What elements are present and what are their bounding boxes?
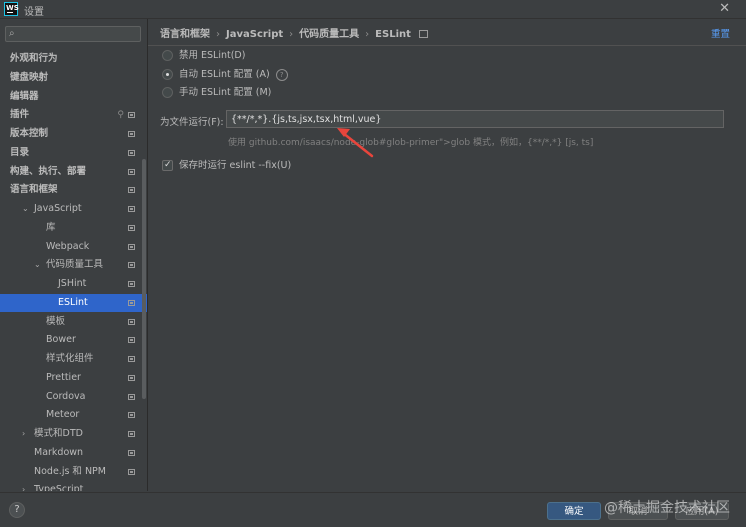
annotation-arrow-icon (337, 128, 374, 158)
chevron-down-icon[interactable]: ⌄ (22, 200, 29, 218)
sidebar-item[interactable]: › 构建、执行、部署 (0, 163, 147, 181)
webstorm-logo-icon: WS (4, 2, 19, 16)
project-scope-icon (128, 374, 135, 381)
sidebar-item-label: ESLint (58, 296, 88, 308)
sidebar-scrollbar[interactable] (142, 159, 146, 399)
sidebar-item-label: 模板 (46, 315, 66, 327)
sidebar-item-label: 外观和行为 (10, 53, 58, 64)
sidebar-item[interactable]: Node.js 和 NPM (0, 463, 147, 481)
title-bar: WS 设置 ✕ (0, 0, 746, 19)
sidebar-item-label: 编辑器 (10, 90, 39, 102)
ok-button[interactable]: 确定 (547, 502, 601, 520)
project-scope-icon (128, 281, 135, 287)
sidebar-item[interactable]: 插件 ⚲ (0, 106, 147, 124)
sidebar-item[interactable]: ⌄ 代码质量工具 (0, 256, 147, 274)
sidebar-item-label: Meteor (46, 409, 80, 421)
sidebar-item-label: 构建、执行、部署 (10, 165, 87, 177)
sidebar-item[interactable]: › 外观和行为 (0, 50, 147, 68)
sidebar-item[interactable]: Meteor (0, 406, 147, 424)
project-scope-icon (128, 168, 135, 175)
project-scope-icon (128, 393, 135, 400)
project-scope-icon (128, 206, 135, 212)
sidebar-item[interactable]: 库 (0, 219, 147, 237)
plugin-update-icon: ⚲ (117, 110, 124, 121)
sidebar-item-label: JavaScript (34, 203, 82, 214)
sidebar-item[interactable]: Markdown (0, 444, 147, 462)
sidebar-item[interactable]: 样式化组件 (0, 350, 147, 368)
sidebar-item-label: Cordova (46, 390, 86, 402)
sidebar-item-label: Node.js 和 NPM (34, 465, 106, 477)
sidebar-item-label: Webpack (46, 240, 90, 252)
project-scope-icon (128, 243, 135, 250)
watermark: @稀土掘金技术社区 (604, 500, 730, 516)
sidebar-item[interactable]: 目录 (0, 144, 147, 162)
sidebar-item[interactable]: ESLint (0, 293, 147, 312)
settings-panel: 语言和框架 › JavaScript › 代码质量工具 › ESLint 重置 禁用 ESL… (148, 19, 746, 491)
sidebar-item[interactable]: 键盘映射 (0, 69, 147, 87)
sidebar-item[interactable]: › 版本控制 (0, 125, 147, 143)
settings-sidebar: ⌕ › 外观和行为 键盘映射 › 编辑器 插件 ⚲ › 版本控制 目录 › 构建、执行、部署 ⌄ 语言和框… (0, 19, 148, 491)
sidebar-item-label: Markdown (34, 446, 84, 458)
project-scope-icon (128, 187, 135, 194)
sidebar-item[interactable]: Prettier (0, 369, 147, 387)
project-scope-icon (128, 449, 135, 456)
sidebar-item-label: 库 (46, 221, 56, 233)
chevron-right-icon[interactable]: › (22, 425, 25, 443)
sidebar-item[interactable]: › 编辑器 (0, 88, 147, 106)
sidebar-item-label: 模式和DTD (34, 428, 83, 439)
sidebar-item[interactable]: ⌄ JavaScript (0, 200, 147, 218)
sidebar-item-label: Bower (46, 334, 76, 346)
project-scope-icon (128, 412, 135, 419)
project-scope-icon (128, 112, 135, 119)
chevron-right-icon[interactable]: › (22, 481, 25, 491)
sidebar-item[interactable]: Cordova (0, 388, 147, 406)
sidebar-item-label: 键盘映射 (10, 71, 49, 83)
close-icon[interactable]: ✕ (719, 1, 730, 16)
project-scope-icon (128, 131, 135, 137)
project-scope-icon (128, 431, 135, 437)
help-button[interactable]: ? (9, 502, 25, 518)
project-scope-icon (128, 149, 135, 156)
sidebar-item[interactable]: Bower (0, 331, 147, 349)
sidebar-item[interactable]: ⌄ 语言和框架 (0, 181, 147, 199)
sidebar-item[interactable]: › TypeScript (0, 481, 147, 491)
sidebar-item-label: 代码质量工具 (46, 259, 104, 271)
project-scope-icon (128, 299, 135, 306)
chevron-down-icon[interactable]: ⌄ (34, 256, 41, 274)
sidebar-item-label: TypeScript (34, 484, 84, 491)
sidebar-item[interactable]: Webpack (0, 238, 147, 256)
search-input[interactable] (22, 27, 136, 41)
sidebar-item-label: 语言和框架 (10, 184, 58, 196)
project-scope-icon (128, 318, 135, 325)
project-scope-icon (128, 337, 135, 344)
sidebar-item[interactable]: › 模式和DTD (0, 425, 147, 443)
settings-search[interactable]: ⌕ (5, 26, 141, 42)
sidebar-item[interactable]: 模板 (0, 313, 147, 331)
sidebar-item-label: 样式化组件 (46, 353, 94, 364)
sidebar-item-label: Prettier (46, 371, 81, 383)
sidebar-item-label: JSHint (58, 278, 87, 289)
sidebar-item[interactable]: JSHint (0, 275, 147, 293)
sidebar-item-label: 目录 (10, 146, 30, 158)
project-scope-icon (128, 356, 135, 362)
project-scope-icon (128, 262, 135, 269)
project-scope-icon (128, 468, 135, 475)
sidebar-item-label: 版本控制 (10, 128, 49, 139)
sidebar-item-label: 插件 (10, 109, 30, 121)
window-title: 设置 (24, 7, 44, 18)
project-scope-icon (128, 224, 135, 231)
search-icon: ⌕ (9, 28, 15, 39)
